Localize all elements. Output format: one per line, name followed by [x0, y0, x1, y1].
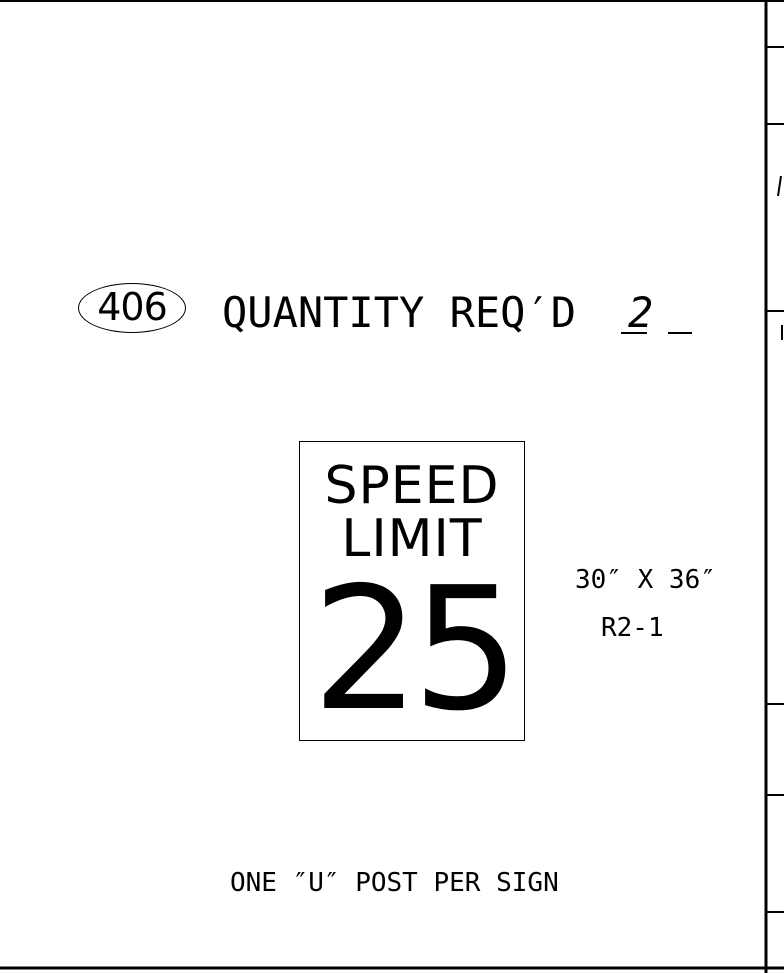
callout-number: 406: [97, 285, 168, 329]
title-block-clipped-mark-1: [777, 175, 782, 197]
quantity-label: QUANTITY REQ′D: [222, 288, 577, 337]
post-note: ONE ″U″ POST PER SIGN: [230, 868, 559, 898]
sign-text-speed: SPEED: [324, 456, 500, 516]
quantity-value: 2: [628, 288, 654, 337]
sign-code: R2-1: [601, 613, 664, 643]
quantity-blank-underline: [668, 332, 692, 334]
item-callout: 406: [78, 283, 186, 333]
quantity-underline: [621, 332, 647, 334]
drawing-sheet: 406 QUANTITY REQ′D 2 SPEED LIMIT 25 30″ …: [0, 0, 784, 973]
sign-dimensions: 30″ X 36″: [575, 565, 716, 595]
sign-speed-number: 25: [311, 551, 520, 749]
speed-limit-sign: SPEED LIMIT 25: [299, 441, 525, 741]
